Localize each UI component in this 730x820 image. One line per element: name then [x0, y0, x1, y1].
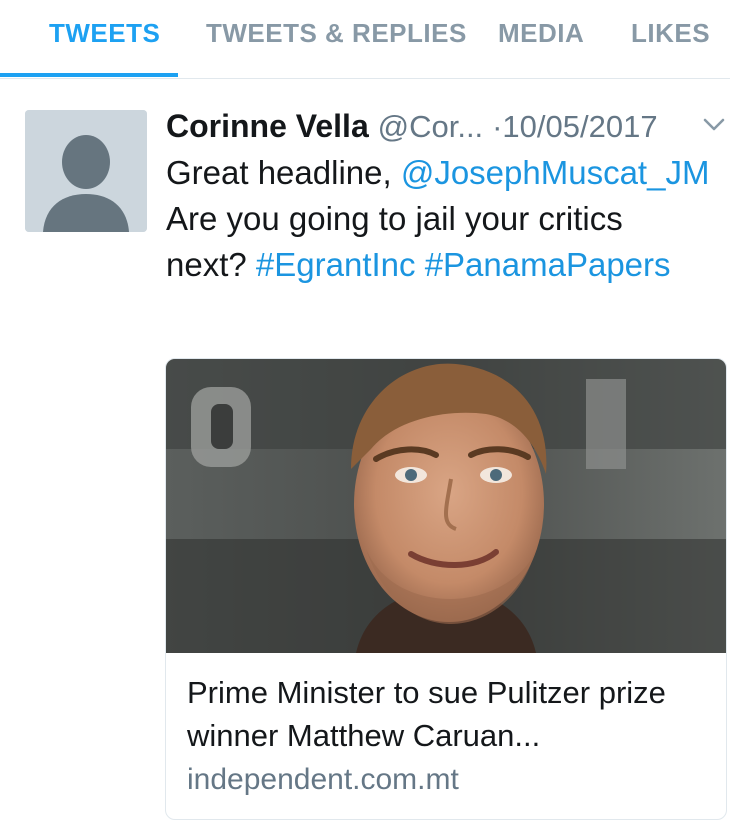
link-card[interactable]: Prime Minister to sue Pulitzer prize win…	[165, 358, 727, 820]
tweet-date[interactable]: 10/05/2017	[502, 109, 657, 144]
tab-tweets[interactable]: TWEETS	[49, 18, 160, 49]
tab-media[interactable]: MEDIA	[498, 18, 584, 49]
tweet-header: Corinne Vella @Cor... ·10/05/2017	[166, 106, 658, 146]
card-domain[interactable]: independent.com.mt	[187, 763, 459, 797]
default-profile-icon	[25, 110, 147, 232]
tab-tweets-and-replies[interactable]: TWEETS & REPLIES	[206, 18, 467, 49]
tweet-text-part: Great headline,	[166, 154, 401, 191]
hashtag-egrantinc[interactable]: #EgrantInc	[256, 246, 416, 283]
tab-likes[interactable]: LIKES	[631, 18, 710, 49]
profile-tabs: TWEETS TWEETS & REPLIES MEDIA LIKES	[0, 0, 730, 79]
avatar[interactable]	[25, 110, 147, 232]
tweet-text-space	[416, 246, 425, 283]
handle[interactable]: @Cor...	[378, 109, 484, 144]
chevron-down-icon[interactable]	[702, 116, 726, 134]
display-name[interactable]: Corinne Vella	[166, 108, 369, 144]
tweet-text: Great headline, @JosephMuscat_JM Are you…	[166, 150, 711, 288]
mention-link[interactable]: @JosephMuscat_JM	[401, 154, 710, 191]
hashtag-panamapapers[interactable]: #PanamaPapers	[425, 246, 671, 283]
active-tab-indicator	[0, 73, 178, 77]
separator-dot: ·	[492, 109, 503, 144]
card-title[interactable]: Prime Minister to sue Pulitzer prize win…	[187, 671, 707, 757]
article-photo[interactable]	[166, 359, 726, 653]
